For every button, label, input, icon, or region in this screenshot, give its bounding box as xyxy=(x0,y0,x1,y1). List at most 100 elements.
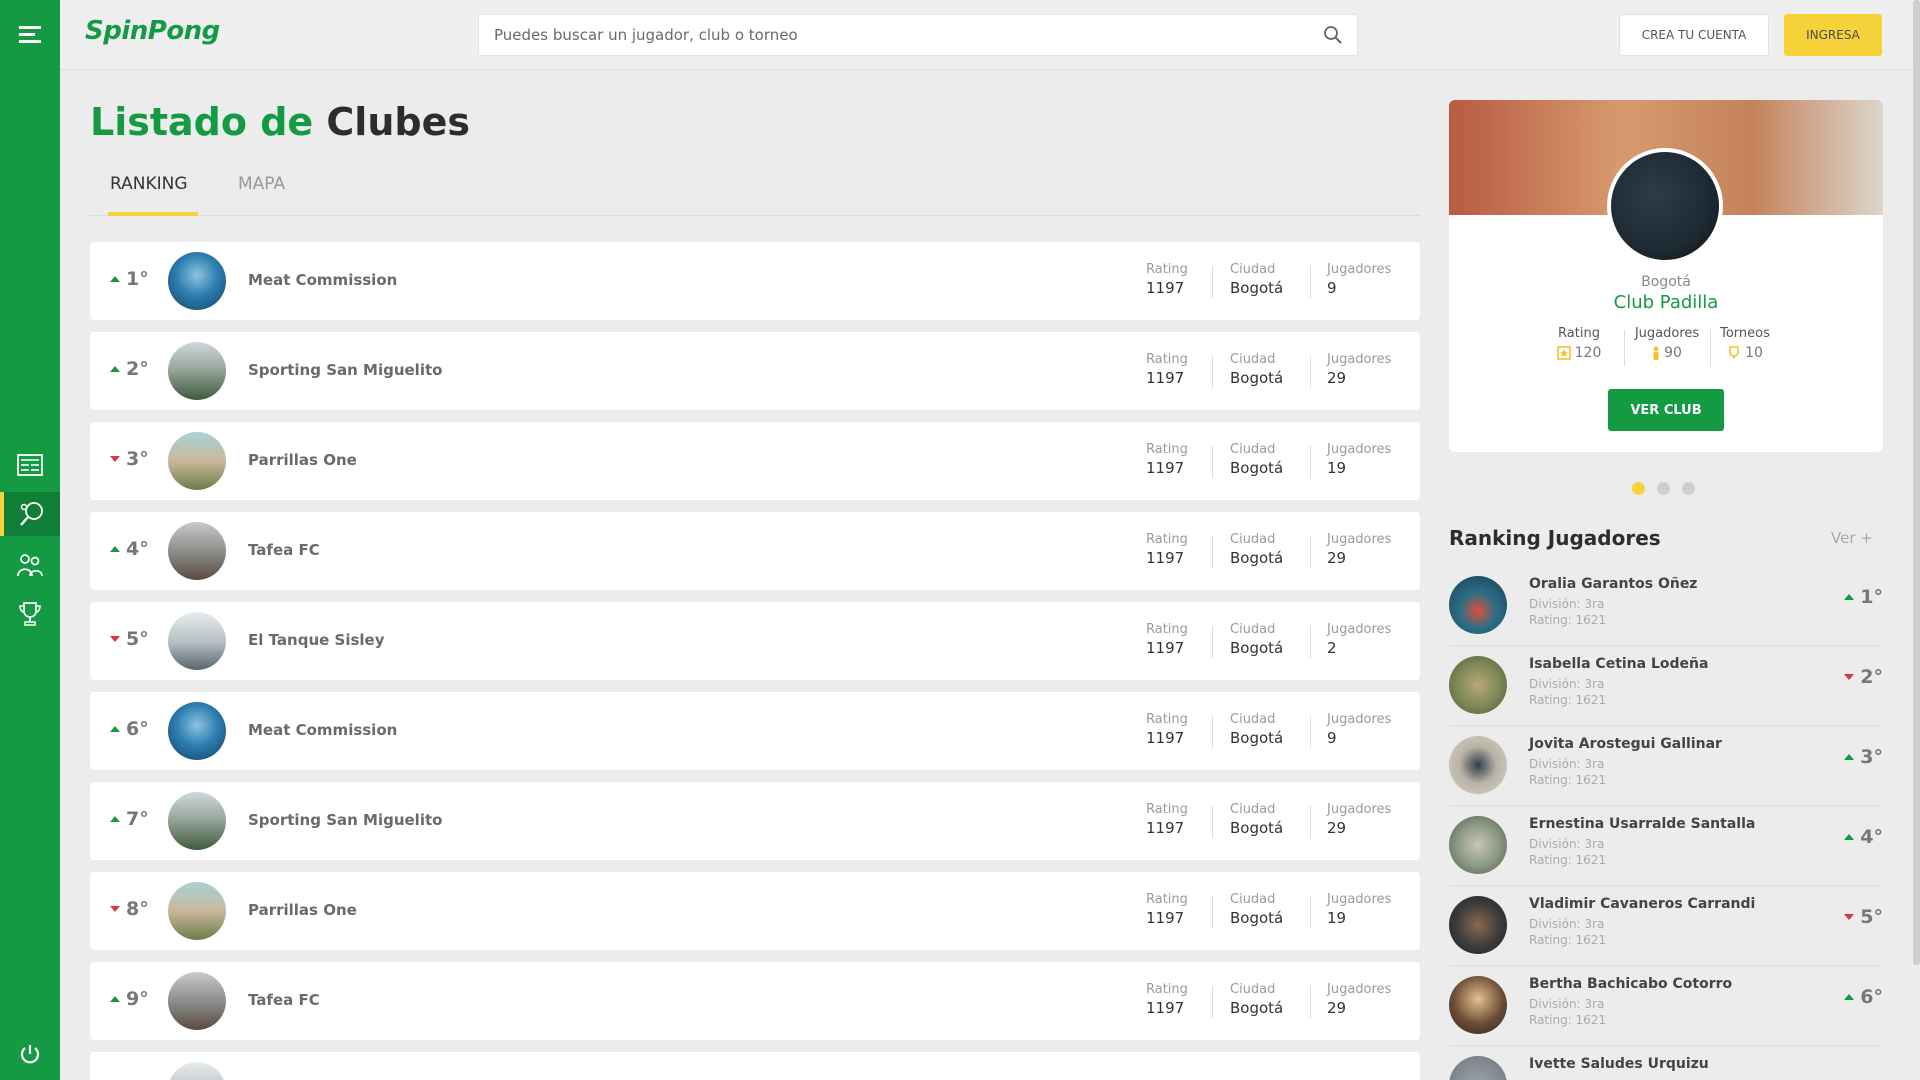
divider xyxy=(1212,716,1213,748)
player-row[interactable]: Vladimir Cavaneros Carrandi División: 3r… xyxy=(1449,886,1883,966)
create-account-button[interactable]: CREA TU CUENTA xyxy=(1619,14,1769,56)
club-row[interactable]: 8° Parrillas One Rating 1197 Ciudad Bogo… xyxy=(90,872,1420,950)
player-name[interactable]: Bertha Bachicabo Cotorro xyxy=(1529,976,1732,992)
club-row[interactable]: 6° Meat Commission Rating 1197 Ciudad Bo… xyxy=(90,692,1420,770)
club-name[interactable]: Tafea FC xyxy=(248,541,320,559)
rating-value: 1197 xyxy=(1146,369,1185,387)
page-title: Listado de Clubes xyxy=(90,100,470,144)
player-division: División: 3ra xyxy=(1529,757,1605,771)
player-avatar xyxy=(1449,736,1507,794)
carousel-dot-1[interactable] xyxy=(1632,482,1645,495)
player-row[interactable]: Jovita Arostegui Gallinar División: 3ra … xyxy=(1449,726,1883,806)
players-value: 2 xyxy=(1327,639,1337,657)
rating-value: 1197 xyxy=(1146,459,1185,477)
search-icon[interactable] xyxy=(1323,25,1343,49)
city-label: Ciudad xyxy=(1230,442,1276,457)
player-name[interactable]: Jovita Arostegui Gallinar xyxy=(1529,736,1722,752)
active-tab-indicator xyxy=(108,212,198,216)
players-label: Jugadores xyxy=(1327,262,1392,277)
divider xyxy=(1310,716,1311,748)
player-name[interactable]: Ernestina Usarralde Santalla xyxy=(1529,816,1755,832)
club-players: Jugadores 9 xyxy=(1327,262,1391,297)
player-rank: 3° xyxy=(1844,746,1883,768)
club-rating: Rating 1197 xyxy=(1146,352,1188,387)
player-row[interactable]: Bertha Bachicabo Cotorro División: 3ra R… xyxy=(1449,966,1883,1046)
club-row[interactable]: 9° Tafea FC Rating 1197 Ciudad Bogotá Ju… xyxy=(90,962,1420,1040)
tab-ranking[interactable]: RANKING xyxy=(110,174,188,208)
club-name[interactable]: Meat Commission xyxy=(248,271,397,289)
club-players: Jugadores 9 xyxy=(1327,712,1391,747)
club-row[interactable]: 5° El Tanque Sisley Rating 1197 Ciudad B… xyxy=(90,602,1420,680)
rating-label: Rating xyxy=(1146,982,1188,997)
city-value: Bogotá xyxy=(1230,639,1284,657)
logout-button[interactable] xyxy=(0,1032,60,1076)
sidebar-item-news[interactable] xyxy=(0,443,60,487)
club-avatar xyxy=(168,612,226,670)
player-row[interactable]: Oralia Garantos Oñez División: 3ra Ratin… xyxy=(1449,566,1883,646)
player-name[interactable]: Vladimir Cavaneros Carrandi xyxy=(1529,896,1755,912)
star-icon xyxy=(1556,346,1571,360)
club-name[interactable]: Parrillas One xyxy=(248,451,357,469)
featured-players: Jugadores 90 xyxy=(1627,326,1707,361)
view-club-button[interactable]: VER CLUB xyxy=(1608,389,1724,431)
club-players: Jugadores 29 xyxy=(1327,982,1391,1017)
club-name[interactable]: Sporting San Miguelito xyxy=(248,361,442,379)
club-name[interactable]: Tafea FC xyxy=(248,991,320,1009)
divider xyxy=(1212,356,1213,388)
divider xyxy=(1212,446,1213,478)
player-row[interactable]: Ernestina Usarralde Santalla División: 3… xyxy=(1449,806,1883,886)
trend-up-icon xyxy=(1844,754,1855,760)
sidebar-item-tournaments[interactable] xyxy=(0,592,60,636)
club-row[interactable]: 3° Parrillas One Rating 1197 Ciudad Bogo… xyxy=(90,422,1420,500)
player-rating: Rating: 1621 xyxy=(1529,693,1607,707)
city-value: Bogotá xyxy=(1230,279,1284,297)
players-value: 29 xyxy=(1327,819,1347,837)
player-name[interactable]: Isabella Cetina Lodeña xyxy=(1529,656,1708,672)
search-input[interactable] xyxy=(479,15,1299,55)
login-button[interactable]: INGRESA xyxy=(1784,14,1882,56)
carousel-dot-2[interactable] xyxy=(1657,482,1670,495)
sidebar-item-players[interactable] xyxy=(0,543,60,587)
player-rank-number: 5° xyxy=(1860,906,1883,928)
page-scrollbar[interactable] xyxy=(1913,0,1920,965)
player-rating: Rating: 1621 xyxy=(1529,853,1607,867)
club-avatar xyxy=(168,522,226,580)
player-name[interactable]: Ivette Saludes Urquizu xyxy=(1529,1056,1709,1072)
club-name[interactable]: Meat Commission xyxy=(248,721,397,739)
club-name[interactable]: El Tanque Sisley xyxy=(248,631,385,649)
player-row[interactable]: Isabella Cetina Lodeña División: 3ra Rat… xyxy=(1449,646,1883,726)
club-row[interactable]: 2° Sporting San Miguelito Rating 1197 Ci… xyxy=(90,332,1420,410)
sidebar-item-clubs[interactable] xyxy=(0,492,60,536)
rating-label: Rating xyxy=(1146,352,1188,367)
featured-rating-label: Rating xyxy=(1558,326,1600,341)
carousel-dot-3[interactable] xyxy=(1682,482,1695,495)
featured-club-avatar xyxy=(1607,148,1723,264)
club-row[interactable]: 7° Sporting San Miguelito Rating 1197 Ci… xyxy=(90,782,1420,860)
player-avatar xyxy=(1449,896,1507,954)
app-logo[interactable]: SpinPong xyxy=(85,16,220,46)
club-row[interactable]: 1° Meat Commission Rating 1197 Ciudad Bo… xyxy=(90,242,1420,320)
players-label: Jugadores xyxy=(1327,802,1392,817)
player-ranking-more-link[interactable]: Ver + xyxy=(1831,529,1873,547)
divider xyxy=(1212,626,1213,658)
club-rank-number: 9° xyxy=(126,988,149,1010)
search-box xyxy=(478,14,1358,56)
divider xyxy=(1212,536,1213,568)
club-row[interactable]: 4° Tafea FC Rating 1197 Ciudad Bogotá Ju… xyxy=(90,512,1420,590)
club-rank-number: 2° xyxy=(126,358,149,380)
club-rank-number: 3° xyxy=(126,448,149,470)
player-avatar xyxy=(1449,816,1507,874)
featured-players-number: 90 xyxy=(1664,345,1682,361)
club-row[interactable] xyxy=(90,1052,1420,1080)
trend-up-icon xyxy=(1844,994,1855,1000)
player-rating: Rating: 1621 xyxy=(1529,613,1607,627)
tab-mapa[interactable]: MAPA xyxy=(238,174,285,208)
featured-club-name[interactable]: Club Padilla xyxy=(1449,292,1883,313)
club-rank-number: 6° xyxy=(126,718,149,740)
menu-button[interactable] xyxy=(0,12,60,56)
club-name[interactable]: Sporting San Miguelito xyxy=(248,811,442,829)
player-name[interactable]: Oralia Garantos Oñez xyxy=(1529,576,1697,592)
player-row[interactable]: Ivette Saludes Urquizu xyxy=(1449,1046,1883,1080)
club-name[interactable]: Parrillas One xyxy=(248,901,357,919)
club-rank: 8° xyxy=(110,898,160,920)
